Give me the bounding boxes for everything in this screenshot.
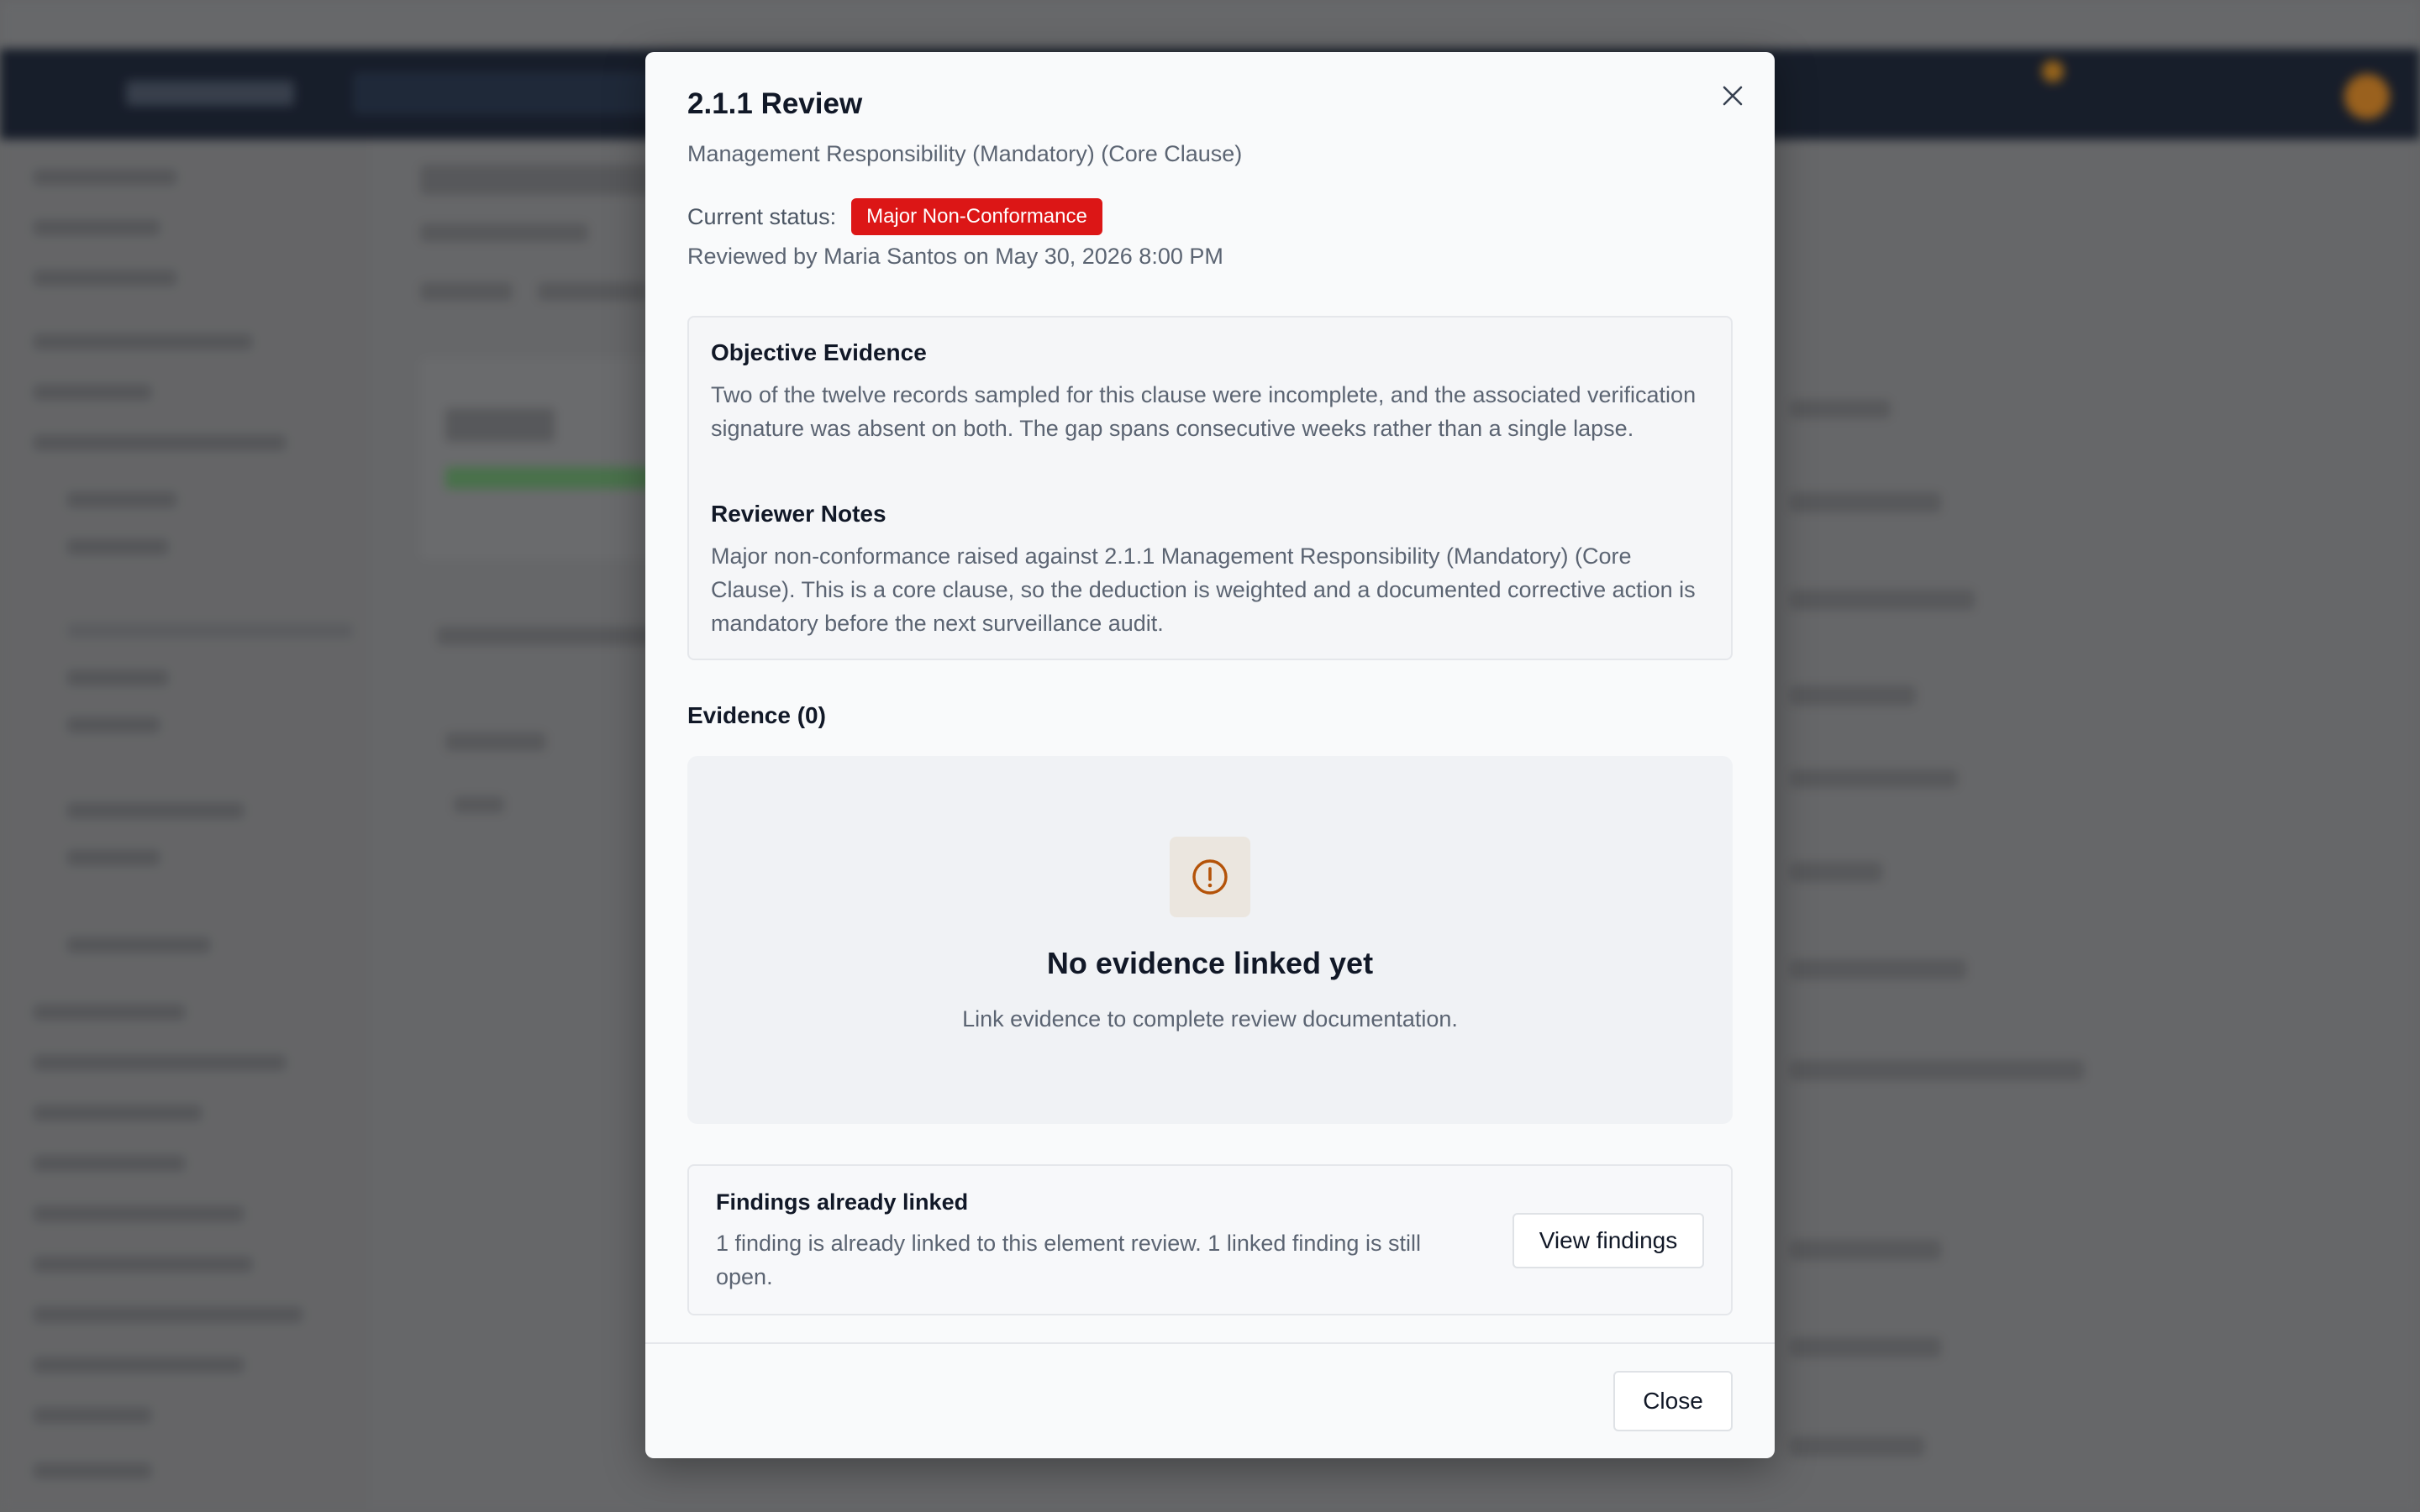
reviewer-notes-text: Major non-conformance raised against 2.1…: [711, 543, 1696, 636]
review-modal: 2.1.1 Review Management Responsibility (…: [645, 52, 1775, 1458]
alert-circle-icon: [1170, 837, 1250, 917]
evidence-heading: Evidence (0): [687, 702, 826, 728]
close-icon[interactable]: [1716, 79, 1749, 113]
status-label: Current status:: [687, 203, 837, 229]
objective-evidence-text: Two of the twelve records sampled for th…: [711, 382, 1697, 441]
reviewed-by-text: Reviewed by Maria Santos on May 30, 2026…: [687, 244, 1223, 269]
close-button[interactable]: Close: [1613, 1371, 1733, 1431]
modal-title: 2.1.1 Review: [687, 87, 863, 120]
evidence-empty-state: No evidence linked yet Link evidence to …: [687, 756, 1733, 1124]
objective-evidence-heading: Objective Evidence: [711, 339, 927, 365]
review-notes-panel: Objective Evidence Two of the twelve rec…: [687, 316, 1733, 660]
status-row: Current status: Major Non-Conformance: [687, 198, 1102, 235]
status-badge: Major Non-Conformance: [851, 198, 1102, 235]
findings-linked-panel: Findings already linked 1 finding is alr…: [687, 1164, 1733, 1315]
view-findings-button[interactable]: View findings: [1512, 1213, 1704, 1268]
empty-state-title: No evidence linked yet: [1046, 946, 1374, 980]
reviewer-notes-heading: Reviewer Notes: [711, 501, 886, 527]
findings-text: 1 finding is already linked to this elem…: [716, 1231, 1421, 1289]
findings-title: Findings already linked: [716, 1189, 969, 1215]
modal-subtitle: Management Responsibility (Mandatory) (C…: [687, 141, 1243, 166]
empty-state-subtitle: Link evidence to complete review documen…: [962, 1006, 1458, 1032]
footer-divider: [645, 1342, 1775, 1344]
